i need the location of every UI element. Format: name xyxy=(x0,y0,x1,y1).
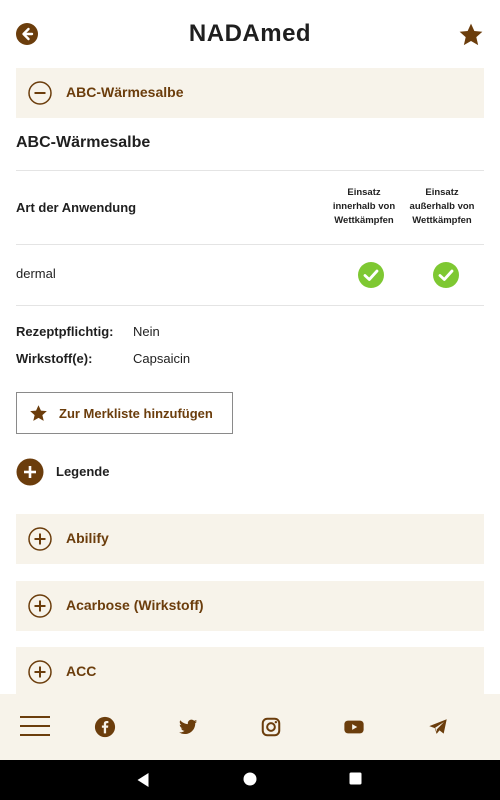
column-header-application: Art der Anwendung xyxy=(16,200,137,215)
accordion-item-expanded[interactable]: ABC-Wärmesalbe xyxy=(16,68,484,118)
nav-recents-icon[interactable] xyxy=(349,772,362,785)
prescription-value: Nein xyxy=(133,324,160,339)
list-item[interactable]: Abilify xyxy=(16,514,484,564)
list-item[interactable]: Acarbose (Wirkstoff) xyxy=(16,581,484,631)
twitter-icon[interactable] xyxy=(177,716,199,738)
legend-toggle[interactable]: Legende xyxy=(16,457,216,487)
active-agent-value: Capsaicin xyxy=(133,351,191,366)
star-icon xyxy=(30,405,47,421)
accordion-item-label: ABC-Wärmesalbe xyxy=(66,84,184,100)
bottom-bar xyxy=(0,694,500,760)
active-agent-label: Wirkstoff(e): xyxy=(16,351,93,366)
list-item[interactable]: ACC xyxy=(16,647,484,697)
minus-circle-icon xyxy=(28,81,52,105)
column-header-out-of-competition: Einsatz außerhalb von Wettkämpfen xyxy=(409,187,475,226)
list-item-label: Abilify xyxy=(66,530,109,546)
star-icon[interactable] xyxy=(458,22,484,48)
telegram-icon[interactable] xyxy=(427,716,449,738)
nav-back-icon[interactable] xyxy=(136,772,150,788)
product-name: ABC-Wärmesalbe xyxy=(16,134,151,151)
column-header-in-competition: Einsatz innerhalb von Wettkämpfen xyxy=(332,187,396,226)
facebook-icon[interactable] xyxy=(94,716,116,738)
plus-circle-icon xyxy=(28,527,52,551)
youtube-icon[interactable] xyxy=(343,716,365,738)
divider xyxy=(16,244,484,245)
plus-circle-icon xyxy=(28,594,52,618)
application-type-value: dermal xyxy=(16,266,56,281)
divider xyxy=(16,305,484,306)
prescription-label: Rezeptpflichtig: xyxy=(16,324,114,339)
plus-circle-icon xyxy=(28,660,52,684)
system-navigation-bar xyxy=(0,760,500,800)
list-item-label: ACC xyxy=(66,663,97,679)
app-title: NADAmed xyxy=(188,20,312,47)
add-to-watchlist-button[interactable]: Zur Merkliste hinzufügen xyxy=(16,392,233,434)
nav-home-icon[interactable] xyxy=(243,772,257,786)
check-circle-icon xyxy=(358,262,384,288)
check-circle-icon xyxy=(433,262,459,288)
plus-circle-icon xyxy=(16,458,44,486)
instagram-icon[interactable] xyxy=(260,716,282,738)
legend-label: Legende xyxy=(56,464,110,479)
add-to-watchlist-label: Zur Merkliste hinzufügen xyxy=(59,406,213,421)
divider xyxy=(16,170,484,171)
menu-icon[interactable] xyxy=(20,714,50,736)
app-header: NADAmed xyxy=(0,0,500,68)
list-item-label: Acarbose (Wirkstoff) xyxy=(66,597,204,613)
